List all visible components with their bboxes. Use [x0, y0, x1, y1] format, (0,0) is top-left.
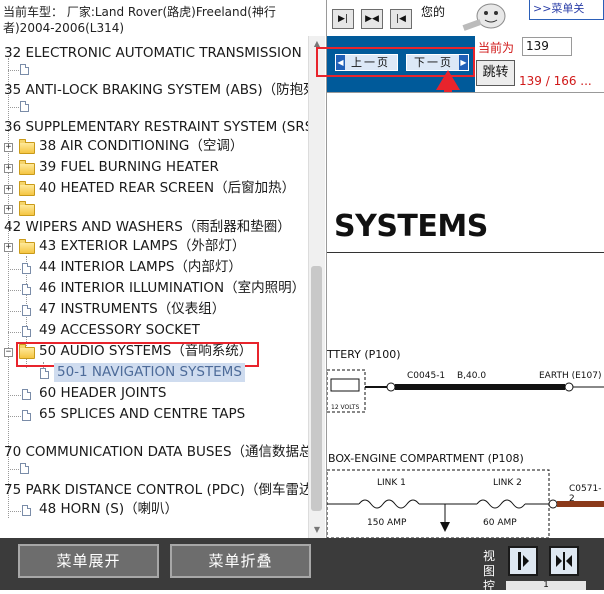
- tree-item-70[interactable]: 70 COMMUNICATION DATA BUSES（通信数据总: [4, 443, 313, 462]
- collapse-icon[interactable]: −: [4, 348, 13, 357]
- tree-item-label: 36 SUPPLEMENTARY RESTRAINT SYSTEM (SRS)（: [4, 119, 327, 135]
- menu-collapse-button[interactable]: 菜单折叠: [170, 544, 311, 578]
- tree-item-43[interactable]: 43 EXTERIOR LAMPS（外部灯）: [39, 237, 245, 256]
- tree-item-label: 32 ELECTRONIC AUTOMATIC TRANSMISSION（: [4, 45, 316, 61]
- page-count: 139 / 166 ...: [519, 74, 592, 88]
- document-icon: [22, 263, 31, 274]
- menu-close-link[interactable]: >>菜单关: [529, 0, 604, 20]
- earth-label: EARTH (E107): [539, 371, 602, 381]
- tree-item-label: 38 AIR CONDITIONING（空调）: [39, 138, 244, 154]
- folder-icon: [19, 201, 35, 216]
- tree-item-60[interactable]: 60 HEADER JOINTS: [39, 384, 167, 403]
- page-jump-panel: 当前为 139 跳转 139 / 166 ...: [475, 36, 604, 92]
- document-icon: [40, 368, 49, 379]
- tree-item-label: 49 ACCESSORY SOCKET: [39, 322, 200, 338]
- view-control-label: 视图控: [482, 549, 495, 593]
- link1-label: LINK 1: [377, 478, 406, 488]
- page-number-input[interactable]: 139: [522, 37, 572, 56]
- scroll-down-arrow-icon[interactable]: ▼: [311, 524, 323, 536]
- expand-icon[interactable]: +: [4, 185, 13, 194]
- tree-item-39[interactable]: 39 FUEL BURNING HEATER: [39, 158, 219, 177]
- folder-icon: [19, 139, 35, 154]
- tree-item-44[interactable]: 44 INTERIOR LAMPS（内部灯）: [39, 258, 242, 277]
- tree-item-32[interactable]: 32 ELECTRONIC AUTOMATIC TRANSMISSION（: [4, 44, 315, 63]
- document-icon: [22, 305, 31, 316]
- tree-item-label: 39 FUEL BURNING HEATER: [39, 159, 219, 175]
- tree-item-label: 70 COMMUNICATION DATA BUSES（通信数据总: [4, 444, 313, 460]
- view-left-button[interactable]: ▶|: [332, 9, 354, 29]
- jump-button[interactable]: 跳转: [476, 60, 515, 86]
- expand-icon[interactable]: +: [4, 243, 13, 252]
- menu-tree-pane: 当前车型： 厂家:Land Rover(路虎)Freeland(神行 者)200…: [0, 0, 327, 538]
- view-right-button[interactable]: |◀: [390, 9, 412, 29]
- wire-label: B,40.0: [457, 371, 487, 381]
- tree-item-label: 65 SPLICES AND CENTRE TAPS: [39, 406, 246, 422]
- tree-item-label: 44 INTERIOR LAMPS（内部灯）: [39, 259, 242, 275]
- tree-item-label: 47 INSTRUMENTS（仪表组）: [39, 301, 226, 317]
- tree-item-42[interactable]: 42 WIPERS AND WASHERS（雨刮器和垫圈）: [4, 218, 291, 237]
- tree-item-75[interactable]: 75 PARK DISTANCE CONTROL (PDC)（倒车雷达）: [4, 481, 326, 500]
- tree-item-46[interactable]: 46 INTERIOR ILLUMINATION（室内照明）: [39, 279, 305, 298]
- folder-icon: [19, 239, 35, 254]
- amp150-label: 150 AMP: [367, 518, 407, 528]
- expand-icon[interactable]: +: [4, 205, 13, 214]
- folder-icon: [19, 160, 35, 175]
- panel-split-icon: [556, 552, 572, 570]
- tree-item-38[interactable]: 38 AIR CONDITIONING（空调）: [39, 137, 243, 156]
- view-both-panels-button[interactable]: [549, 546, 579, 576]
- chapter-tree: 32 ELECTRONIC AUTOMATIC TRANSMISSION（ 35…: [0, 0, 326, 538]
- document-icon: [22, 284, 31, 295]
- panel-right-icon: [518, 552, 529, 570]
- document-icon: [22, 389, 31, 400]
- expand-icon[interactable]: +: [4, 164, 13, 173]
- menu-close-link-text[interactable]: >>菜单关: [533, 2, 584, 15]
- tree-scrollbar[interactable]: ▲ ▼: [308, 36, 325, 538]
- tree-item-40[interactable]: 40 HEATED REAR SCREEN（后窗加热）: [39, 179, 295, 198]
- bottom-toolbar: 菜单展开 菜单折叠 视图控 1: [0, 538, 604, 593]
- folder-icon: [19, 181, 35, 196]
- document-icon: [20, 101, 29, 112]
- fusebox-label: BOX-ENGINE COMPARTMENT (P108): [328, 452, 524, 465]
- document-icon: [22, 410, 31, 421]
- welcome-text: 您的: [421, 5, 446, 19]
- tree-item-36[interactable]: 36 SUPPLEMENTARY RESTRAINT SYSTEM (SRS)（: [4, 118, 327, 137]
- tree-item-48-horn[interactable]: 48 HORN (S)（喇叭）: [39, 500, 178, 519]
- view-split-button[interactable]: ▶◀: [361, 9, 383, 29]
- scroll-thumb[interactable]: [311, 266, 322, 511]
- battery-label: TTERY (P100): [327, 348, 401, 361]
- tree-item-label: 50-1 NAVIGATION SYSTEMS: [54, 363, 245, 382]
- expand-icon[interactable]: +: [4, 143, 13, 152]
- mascot-avatar-icon: [453, 0, 527, 32]
- document-icon: [22, 505, 31, 516]
- view-left-panel-button[interactable]: [508, 546, 538, 576]
- voltage-label: 12 VOLTS: [331, 404, 360, 411]
- tree-item-label: 75 PARK DISTANCE CONTROL (PDC)（倒车雷达）: [4, 482, 326, 498]
- tree-item-label: 35 ANTI-LOCK BRAKING SYSTEM (ABS)（防抱死: [4, 82, 317, 98]
- current-page-label: 当前为: [478, 41, 515, 55]
- bottom-page-number: 1: [506, 581, 586, 590]
- tree-item-50-1[interactable]: 50-1 NAVIGATION SYSTEMS: [54, 363, 245, 382]
- tree-item-47[interactable]: 47 INSTRUMENTS（仪表组）: [39, 300, 225, 319]
- wiring-diagram: SYSTEMS TTERY (P100) C0045-1 B,40.0 EART…: [327, 92, 604, 538]
- tree-item-label: 48 HORN (S)（喇叭）: [39, 501, 179, 517]
- document-icon: [20, 64, 29, 75]
- tree-item-label: 40 HEATED REAR SCREEN（后窗加热）: [39, 180, 296, 196]
- menu-expand-button[interactable]: 菜单展开: [18, 544, 159, 578]
- tree-item-label: 46 INTERIOR ILLUMINATION（室内照明）: [39, 280, 306, 296]
- tree-item-label: 60 HEADER JOINTS: [39, 385, 167, 401]
- tree-item-49[interactable]: 49 ACCESSORY SOCKET: [39, 321, 200, 340]
- document-icon: [22, 326, 31, 337]
- document-icon: [20, 463, 29, 474]
- connector-label: C0571-2: [569, 484, 602, 504]
- wiring-lines: [327, 369, 604, 538]
- link2-label: LINK 2: [493, 478, 522, 488]
- amp60-label: 60 AMP: [483, 518, 517, 528]
- tree-item-label: 43 EXTERIOR LAMPS（外部灯）: [39, 238, 246, 254]
- tree-item-65[interactable]: 65 SPLICES AND CENTRE TAPS: [39, 405, 245, 424]
- connector-label: C0045-1: [407, 371, 446, 381]
- tree-item-label: 42 WIPERS AND WASHERS（雨刮器和垫圈）: [4, 219, 291, 235]
- tree-item-35[interactable]: 35 ANTI-LOCK BRAKING SYSTEM (ABS)（防抱死: [4, 81, 317, 100]
